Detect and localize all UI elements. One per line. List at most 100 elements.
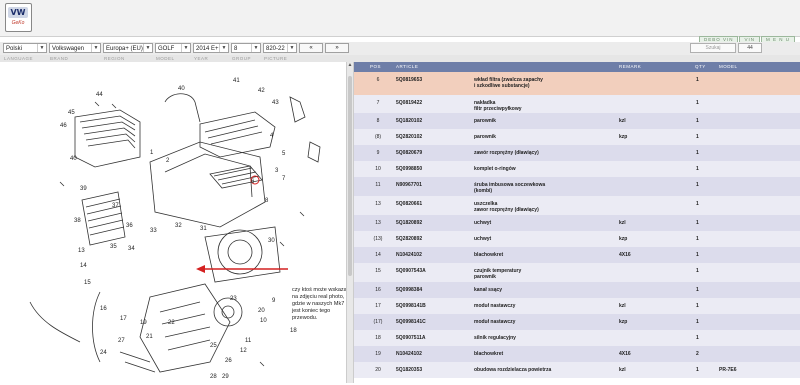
- table-row[interactable]: 14 N10424102 blachowkret 4X16 1: [354, 247, 800, 264]
- cell-description: parownik: [474, 118, 614, 124]
- svg-text:40: 40: [178, 86, 185, 92]
- description-line: zawór rozprężny (dławiący): [474, 150, 539, 156]
- svg-text:12: 12: [240, 348, 247, 354]
- svg-text:25: 25: [210, 343, 217, 349]
- brand-select[interactable]: Volkswagen ▼: [49, 43, 101, 53]
- svg-text:46: 46: [60, 123, 67, 129]
- svg-text:18: 18: [290, 328, 297, 334]
- table-row[interactable]: 8 5Q1820102 parownik kzl 1: [354, 113, 800, 130]
- description-line: moduł nastawczy: [474, 319, 516, 325]
- cell-description: czujnik temperatury parownik: [474, 268, 614, 280]
- vw-logo[interactable]: VW GeKo: [5, 3, 32, 32]
- group-select[interactable]: 8 ▼: [231, 43, 261, 53]
- cell-article: 5Q0819422: [396, 100, 423, 106]
- svg-text:36: 36: [126, 223, 133, 229]
- svg-text:41: 41: [233, 78, 240, 84]
- svg-text:42: 42: [258, 88, 265, 94]
- next-picture-button[interactable]: »: [325, 43, 349, 53]
- group-value: 8: [234, 46, 238, 52]
- svg-text:26: 26: [225, 358, 232, 364]
- description-line: blachowkret: [474, 252, 504, 258]
- scrollbar-thumb[interactable]: [348, 76, 352, 276]
- svg-text:34: 34: [128, 246, 135, 252]
- cell-description: moduł nastawczy: [474, 303, 614, 309]
- cell-qty: 1: [696, 268, 699, 274]
- svg-text:3: 3: [275, 168, 279, 174]
- cell-remark: kzl: [619, 118, 626, 124]
- cell-description: blachowkret: [474, 252, 614, 258]
- table-row[interactable]: (17) 5Q0998141C moduł nastawczy kzp 1: [354, 314, 800, 331]
- svg-text:28: 28: [210, 374, 217, 380]
- svg-text:35: 35: [110, 244, 117, 250]
- table-row[interactable]: 7 5Q0819422 nakładka filtr przeciwpyłkowy 1: [354, 95, 800, 114]
- cell-pos: 7: [376, 100, 380, 106]
- table-row[interactable]: 13 5Q0820661 uszczelka zawor rozprężny (dła…: [354, 196, 800, 216]
- svg-text:33: 33: [150, 228, 157, 234]
- svg-text:39: 39: [80, 186, 87, 192]
- svg-text:29: 29: [222, 374, 229, 380]
- parts-table: POS ARTICLE REMARK QTY MODEL 6 5Q0819653 w…: [354, 62, 800, 383]
- picture-select[interactable]: 820-22 ▼: [263, 43, 297, 53]
- cell-qty: 1: [696, 150, 699, 156]
- label-brand: BRAND: [50, 56, 69, 61]
- description-line: obudowa rozdzielacza powietrza: [474, 367, 552, 373]
- table-row[interactable]: 13 5Q1820892 uchwyt kzl 1: [354, 215, 800, 232]
- table-row[interactable]: 10 5Q0998850 komplet o-ringów 1: [354, 161, 800, 178]
- label-picture: PICTURE: [264, 56, 288, 61]
- table-row[interactable]: 9 5Q0820679 zawór rozprężny (dławiący) 1: [354, 145, 800, 162]
- svg-text:16: 16: [100, 306, 107, 312]
- cell-remark: 4X16: [619, 351, 631, 357]
- cell-remark: kzl: [619, 367, 626, 373]
- table-row[interactable]: 11 N90967701 śruba imbusowa soczewkowa (kom…: [354, 177, 800, 197]
- table-row[interactable]: (13) 5Q2820892 uchwyt kzp 1: [354, 231, 800, 248]
- table-row[interactable]: 18 5Q0907511A silnik regulacyjny 1: [354, 330, 800, 347]
- description-line: filtr przeciwpyłkowy: [474, 106, 522, 112]
- table-row[interactable]: 15 5Q0907543A czujnik temperatury parownik 1: [354, 263, 800, 283]
- cell-qty: 1: [696, 201, 699, 207]
- cell-description: blachowkret: [474, 351, 614, 357]
- svg-text:23: 23: [230, 296, 237, 302]
- year-select[interactable]: 2014 E+ ▼: [193, 43, 229, 53]
- cell-description: uchwyt: [474, 236, 614, 242]
- svg-text:7: 7: [282, 176, 286, 182]
- svg-text:22: 22: [168, 320, 175, 326]
- cell-qty: 1: [696, 335, 699, 341]
- description-line: parownik: [474, 134, 496, 140]
- cell-pos: 9: [376, 150, 380, 156]
- col-model: MODEL: [719, 64, 738, 69]
- prev-picture-button[interactable]: «: [299, 43, 323, 53]
- description-line: zawor rozprężny (dławiący): [474, 207, 539, 213]
- cell-pos: 11: [375, 182, 381, 188]
- model-select[interactable]: GOLF ▼: [155, 43, 191, 53]
- svg-text:15: 15: [84, 280, 91, 286]
- svg-text:5: 5: [282, 151, 286, 157]
- chevron-down-icon: ▼: [219, 44, 228, 52]
- cell-pos: 6: [376, 77, 380, 83]
- search-input[interactable]: Szukaj: [690, 43, 736, 53]
- cell-qty: 1: [696, 166, 699, 172]
- cell-description: silnik regulacyjny: [474, 335, 614, 341]
- description-line: blachowkret: [474, 351, 504, 357]
- parts-diagram[interactable]: 44 40 41 42 43 45 46 40 1245 6378 39 38 37 36 35 3…: [0, 62, 349, 383]
- selector-bar: Polski ▼ Volkswagen ▼ Europa+ (EU) ▼ GOLF ▼ …: [0, 42, 800, 55]
- top-bar: VW GeKo: [0, 0, 800, 37]
- cell-qty: 1: [696, 134, 699, 140]
- language-select[interactable]: Polski ▼: [3, 43, 47, 53]
- table-row[interactable]: 19 N10424102 blachowkret 4X16 2: [354, 346, 800, 363]
- region-select[interactable]: Europa+ (EU) ▼: [103, 43, 153, 53]
- diagram-scrollbar[interactable]: ▲: [346, 62, 354, 383]
- table-row[interactable]: (8) 5Q2820102 parownik kzp 1: [354, 129, 800, 146]
- scroll-up-icon[interactable]: ▲: [347, 62, 353, 70]
- svg-text:13: 13: [78, 248, 85, 254]
- cell-article: N10424102: [396, 351, 422, 357]
- table-row[interactable]: 6 5Q0819653 wkład filtra (zwalcza zapachy i…: [354, 72, 800, 96]
- cell-article: N90967701: [396, 182, 422, 188]
- table-row[interactable]: 17 5Q0998141B moduł nastawczy kzl 1: [354, 298, 800, 315]
- description-line: i szkodliwe substancje): [474, 83, 530, 89]
- table-row[interactable]: 20 5Q1820353 obudowa rozdzielacza powietrz…: [354, 362, 800, 379]
- cell-article: 5Q0998141C: [396, 319, 426, 325]
- table-row[interactable]: 16 5Q0998384 kanał ssący 1: [354, 282, 800, 299]
- label-language: LANGUAGE: [4, 56, 34, 61]
- cell-description: nakładka filtr przeciwpyłkowy: [474, 100, 614, 112]
- label-year: YEAR: [194, 56, 209, 61]
